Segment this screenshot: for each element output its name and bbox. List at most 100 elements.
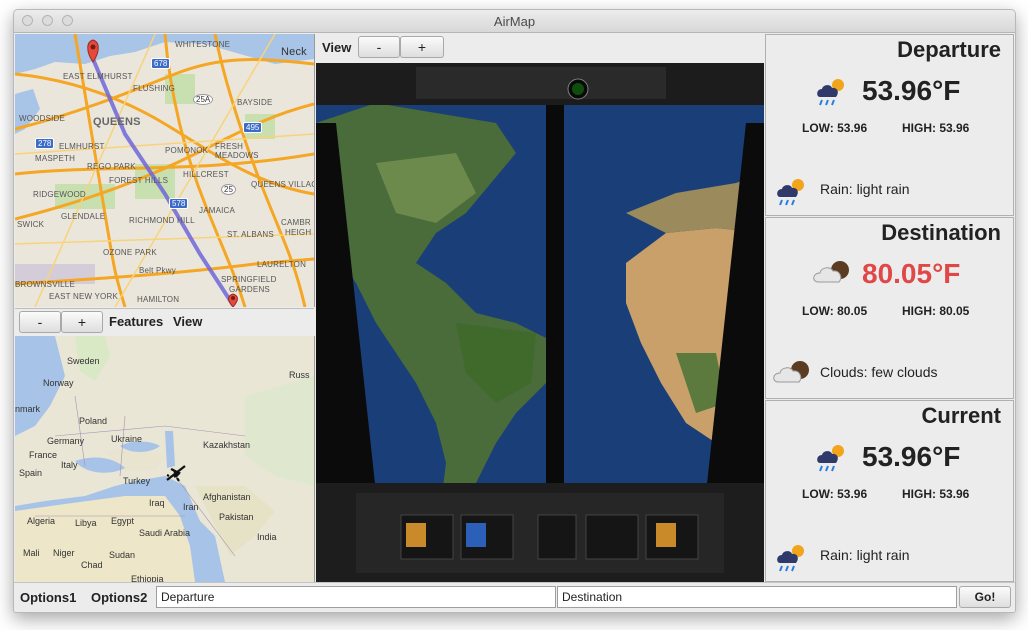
features-menu[interactable]: Features xyxy=(109,314,163,329)
map-label-ozone-park: Ozone Park xyxy=(103,248,157,257)
map-label-flushing: Flushing xyxy=(133,84,176,93)
map-label-laurelton: Laurelton xyxy=(257,260,307,269)
map-label-pomonok: Pomonok xyxy=(165,146,209,155)
destination-weather-panel: Destination 80.05°F LOW: 80.05 HIGH: 80.… xyxy=(765,217,1014,399)
world-label-iraq: Iraq xyxy=(149,498,165,508)
world-label-spain: Spain xyxy=(19,468,43,478)
map-label-cambria: Cambr xyxy=(281,218,311,227)
cloud-moon-icon xyxy=(813,261,849,283)
world-zoom-in-button[interactable]: + xyxy=(61,311,103,333)
world-label-niger: Niger xyxy=(53,548,75,558)
route-shield-678: 678 xyxy=(151,58,171,69)
current-temperature: 53.96°F xyxy=(862,441,961,472)
airplane-icon[interactable] xyxy=(165,464,187,482)
map-label-neck: Neck xyxy=(281,46,307,58)
map-label-jamaica: Jamaica xyxy=(199,206,236,215)
destination-title: Destination xyxy=(881,220,1001,245)
map-label-springfield: Springfield xyxy=(221,275,277,284)
departure-weather-panel: Departure 53.96°F LOW: 53.96 HIGH: 53.96… xyxy=(765,34,1014,216)
map-label-swick: swick xyxy=(17,220,45,229)
map-label-hamilton: Hamilton xyxy=(137,295,180,304)
options1-menu[interactable]: Options1 xyxy=(20,590,76,605)
map-label-queens-village: Queens Village xyxy=(251,180,314,189)
destination-description: Clouds: few clouds xyxy=(820,364,938,380)
world-label-poland: Poland xyxy=(79,416,108,426)
departure-description: Rain: light rain xyxy=(820,181,910,197)
view-menu[interactable]: View xyxy=(173,314,202,329)
cockpit-zoom-out-button[interactable]: - xyxy=(358,36,400,58)
world-label-chad: Chad xyxy=(81,560,103,570)
map-label-belt-pkwy: Belt Pkwy xyxy=(139,266,176,275)
current-high: HIGH: 53.96 xyxy=(902,487,970,501)
world-label-algeria: Algeria xyxy=(27,516,56,526)
cockpit-view[interactable] xyxy=(316,63,764,582)
destination-pin-icon[interactable] xyxy=(228,293,238,307)
destination-low: LOW: 80.05 xyxy=(802,304,868,318)
world-label-france: France xyxy=(29,450,58,460)
departure-low: LOW: 53.96 xyxy=(802,121,868,135)
map-label-richmond-hill: Richmond Hill xyxy=(129,216,195,225)
title-bar: AirMap xyxy=(14,10,1015,33)
world-label-turkey: Turkey xyxy=(123,476,151,486)
rain-sun-small-icon xyxy=(777,545,804,572)
rain-sun-small-icon xyxy=(777,179,804,206)
map-label-rego-park: Rego Park xyxy=(87,162,136,171)
map-label-east-new-york: East New York xyxy=(49,292,118,301)
current-title: Current xyxy=(921,403,1001,428)
world-label-ukraine: Ukraine xyxy=(111,434,143,444)
world-zoom-out-button[interactable]: - xyxy=(19,311,61,333)
world-label-pakistan: Pakistan xyxy=(219,512,254,522)
map-label-heights: Heigh xyxy=(285,228,312,237)
departure-high: HIGH: 53.96 xyxy=(902,121,970,135)
rain-sun-icon xyxy=(817,445,844,472)
cockpit-zoom-in-button[interactable]: + xyxy=(400,36,444,58)
world-label-sweden: Sweden xyxy=(67,356,100,366)
go-button[interactable]: Go! xyxy=(959,586,1011,608)
world-label-saudi-arabia: Saudi Arabia xyxy=(139,528,191,538)
world-map[interactable]: Sweden Russ Norway nmark Poland Germany … xyxy=(15,336,315,582)
map-label-st-albans: St. Albans xyxy=(227,230,274,239)
map-label-glendale: Glendale xyxy=(61,212,106,221)
world-label-kazakhstan: Kazakhstan xyxy=(203,440,251,450)
world-label-russia: Russ xyxy=(289,370,310,380)
world-label-iran: Iran xyxy=(183,502,199,512)
world-label-denmark: nmark xyxy=(15,404,41,414)
map-label-brownsville: Brownsville xyxy=(15,280,75,289)
cockpit-drawing xyxy=(316,63,764,582)
map-label-woodside: Woodside xyxy=(19,114,66,123)
destination-temperature: 80.05°F xyxy=(862,258,961,289)
world-label-ethiopia: Ethiopia xyxy=(131,574,164,582)
route-map[interactable]: Whitestone Neck East Elmhurst Flushing Q… xyxy=(15,34,315,307)
map-label-elmhurst: Elmhurst xyxy=(59,142,105,151)
world-label-norway: Norway xyxy=(43,378,74,388)
route-shield-25: 25 xyxy=(221,184,236,195)
bottom-bar: Options1 Options2 Go! xyxy=(14,582,1015,612)
current-description: Rain: light rain xyxy=(820,547,910,563)
departure-temperature: 53.96°F xyxy=(862,75,961,106)
window-title: AirMap xyxy=(493,14,536,29)
world-label-india: India xyxy=(257,532,277,542)
departure-title: Departure xyxy=(897,37,1001,62)
current-weather-panel: Current 53.96°F LOW: 53.96 HIGH: 53.96 R… xyxy=(765,400,1014,582)
options2-menu[interactable]: Options2 xyxy=(91,590,147,605)
route-shield-495: 495 xyxy=(243,122,263,133)
current-low: LOW: 53.96 xyxy=(802,487,868,501)
destination-input[interactable] xyxy=(557,586,957,608)
world-label-libya: Libya xyxy=(75,518,97,528)
map-label-whitestone: Whitestone xyxy=(175,40,231,49)
destination-high: HIGH: 80.05 xyxy=(902,304,970,318)
world-label-afghanistan: Afghanistan xyxy=(203,492,251,502)
route-shield-278: 278 xyxy=(35,138,55,149)
map-label-bayside: Bayside xyxy=(237,98,273,107)
world-label-germany: Germany xyxy=(47,436,85,446)
departure-input[interactable] xyxy=(156,586,556,608)
route-shield-578: 578 xyxy=(169,198,189,209)
app-window: AirMap WHITESTONE Neck EAST ELMHURST FLU… xyxy=(13,9,1016,613)
map-label-hillcrest: Hillcrest xyxy=(183,170,229,179)
map-label-fresh-meadows: Fresh Meadows xyxy=(215,142,259,160)
cockpit-view-menu[interactable]: View xyxy=(322,40,351,55)
world-map-toolbar: - + Features View xyxy=(15,308,314,337)
world-label-sudan: Sudan xyxy=(109,550,136,560)
rain-sun-icon xyxy=(817,79,844,106)
map-label-east-elmhurst: East Elmhurst xyxy=(63,72,133,81)
